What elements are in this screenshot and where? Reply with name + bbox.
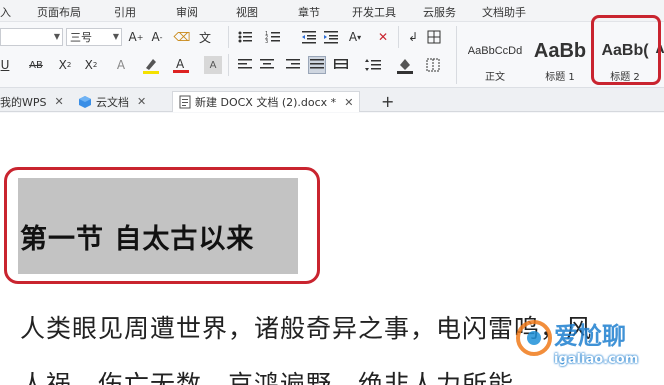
tab-label: 云文档 xyxy=(96,95,129,109)
font-color-icon[interactable]: A xyxy=(172,56,190,74)
tab-my-wps[interactable]: 我的WPS ✕ xyxy=(0,91,64,112)
style-heading-1-label: 标题 1 xyxy=(545,72,575,83)
tab-current-document[interactable]: 新建 DOCX 文档 (2).docx * ✕ xyxy=(172,91,361,112)
chevron-down-icon: ▼ xyxy=(112,32,119,41)
align-left-icon[interactable] xyxy=(236,56,254,74)
tab-label: 新建 DOCX 文档 (2).docx * xyxy=(195,96,337,109)
align-right-icon[interactable] xyxy=(284,56,302,74)
border-icon[interactable] xyxy=(424,56,442,74)
menu-chapter[interactable]: 章节 xyxy=(298,4,320,20)
menu-page-layout[interactable]: 页面布局 xyxy=(37,4,81,20)
highlight-color-icon[interactable] xyxy=(142,56,160,74)
close-icon[interactable]: ✕ xyxy=(137,95,146,108)
style-normal-preview: AaBbCcDd xyxy=(467,45,523,57)
superscript-icon[interactable]: X2 xyxy=(56,56,74,74)
change-case-icon[interactable]: A ▾ xyxy=(346,28,364,46)
divider xyxy=(398,26,399,48)
document-icon xyxy=(179,95,191,109)
subscript-icon[interactable]: X2 xyxy=(82,56,100,74)
document-tab-bar: 我的WPS ✕ 云文档 ✕ 新建 DOCX 文档 (2).docx * ✕ + xyxy=(0,88,664,112)
shrink-font-icon[interactable]: A- xyxy=(148,28,166,46)
watermark: 爱尬聊 igaliao.com xyxy=(512,308,662,382)
tab-label: 我的WPS xyxy=(0,95,47,109)
divider xyxy=(228,26,229,48)
menu-cloud-service[interactable]: 云服务 xyxy=(423,4,456,20)
decrease-indent-icon[interactable] xyxy=(300,28,318,46)
svg-text:A: A xyxy=(176,57,185,71)
new-tab-button[interactable]: + xyxy=(381,91,394,112)
font-name-select[interactable]: ▼ xyxy=(0,28,63,46)
text-effect-icon[interactable]: A xyxy=(112,56,130,74)
menu-developer[interactable]: 开发工具 xyxy=(352,4,396,20)
phonetic-guide-icon[interactable]: 文 xyxy=(196,28,214,46)
increase-indent-icon[interactable] xyxy=(322,28,340,46)
bullet-list-icon[interactable] xyxy=(236,28,254,46)
paragraph-line-2[interactable]: 人祸，伤亡无数，哀鸿遍野，绝非人力所能 xyxy=(20,365,514,385)
svg-text:3: 3 xyxy=(265,39,268,44)
sort-icon[interactable]: ✕ xyxy=(374,28,392,46)
paragraph-shading-icon[interactable] xyxy=(396,56,414,74)
justify-icon[interactable] xyxy=(308,56,326,74)
watermark-url: igaliao.com xyxy=(554,352,639,367)
strikethrough-icon[interactable]: AB xyxy=(24,56,48,74)
divider xyxy=(228,54,229,76)
distribute-icon[interactable] xyxy=(332,56,350,74)
clear-format-icon[interactable]: ⌫ xyxy=(173,28,191,46)
underline-icon[interactable]: U xyxy=(0,56,14,74)
align-center-icon[interactable] xyxy=(258,56,276,74)
menu-insert[interactable]: 入 xyxy=(0,4,11,20)
font-size-value: 三号 xyxy=(70,31,92,44)
table-grid-icon[interactable] xyxy=(425,28,443,46)
grow-font-icon[interactable]: A + xyxy=(127,28,145,46)
divider xyxy=(456,26,457,84)
menu-review[interactable]: 审阅 xyxy=(176,4,198,20)
style-heading-1[interactable]: AaBb 标题 1 xyxy=(530,36,590,88)
close-icon[interactable]: ✕ xyxy=(55,95,64,108)
heading-highlight-annotation xyxy=(4,167,320,284)
paragraph-line-1[interactable]: 人类眼见周遭世界，诸般奇异之事，电闪雷鸣，风 xyxy=(20,309,592,345)
menu-bar: 入 页面布局 引用 审阅 视图 章节 开发工具 云服务 文档助手 xyxy=(0,0,664,22)
cube-icon xyxy=(79,95,91,108)
watermark-brand: 爱尬聊 xyxy=(554,322,626,350)
character-shading-icon[interactable]: A xyxy=(204,56,222,74)
chevron-down-icon: ▼ xyxy=(53,32,60,41)
font-size-select[interactable]: 三号 ▼ xyxy=(66,28,122,46)
heading-2-highlight-annotation xyxy=(591,15,661,85)
menu-view[interactable]: 视图 xyxy=(236,4,258,20)
style-normal[interactable]: AaBbCcDd 正文 xyxy=(462,36,528,88)
paragraph-mark-icon[interactable]: ↲ xyxy=(404,28,422,46)
menu-doc-assistant[interactable]: 文档助手 xyxy=(482,4,526,20)
line-spacing-icon[interactable] xyxy=(364,56,382,74)
numbered-list-icon[interactable]: 123 xyxy=(264,28,282,46)
close-icon[interactable]: ✕ xyxy=(344,96,353,109)
plus-icon: + xyxy=(381,92,395,111)
tab-cloud-docs[interactable]: 云文档 ✕ xyxy=(78,91,146,112)
style-heading-1-preview: AaBb xyxy=(533,39,587,62)
ribbon-toolbar: ▼ 三号 ▼ A + A- ⌫ 文 123 A ▾ ✕ ↲ U AB X2 X2 A… xyxy=(0,22,664,88)
menu-references[interactable]: 引用 xyxy=(114,4,136,20)
style-normal-label: 正文 xyxy=(485,72,505,83)
